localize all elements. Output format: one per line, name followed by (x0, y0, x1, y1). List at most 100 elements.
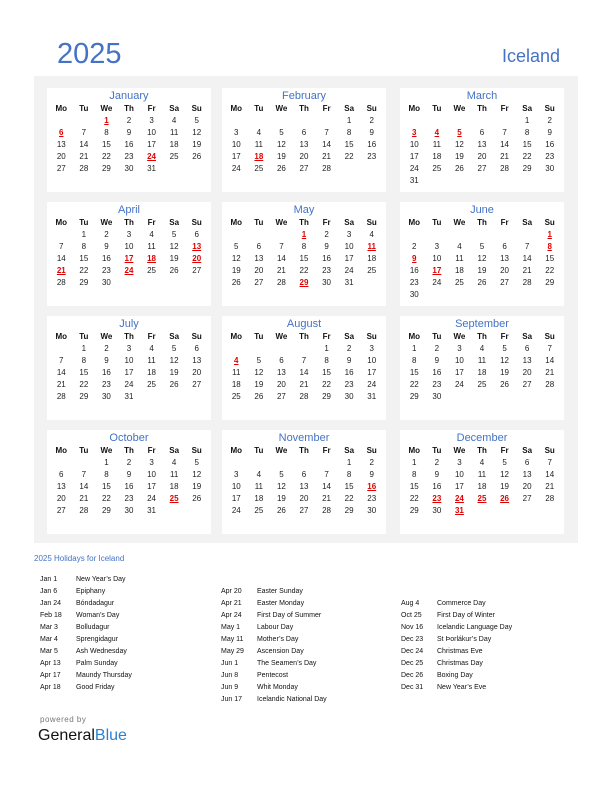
day: 19 (477, 266, 487, 275)
day: 28 (56, 392, 66, 401)
holiday-name: Mother’s Day (257, 636, 299, 643)
weekday-header: Su (366, 218, 377, 227)
day-grid: Mo Tu We Th Fr Sa Su 1 2 3 4 5 6 7 8 9 10 11 12 13 14 15 16 17 1… (47, 331, 211, 403)
day: 14 (299, 368, 309, 377)
day: 26 (192, 152, 202, 161)
weekday-header: Th (299, 446, 309, 455)
day: 8 (324, 356, 329, 365)
month-june: June Mo Tu We Th Fr Sa Su 1 2 3 4 5 6 7 8 9 10 11 12 13 14 15 1… (400, 202, 564, 306)
day: 9 (126, 470, 132, 479)
weekday-header: We (100, 218, 113, 227)
day: 10 (147, 128, 157, 137)
weekday-header: Tu (79, 332, 89, 341)
day: 23 (367, 494, 377, 503)
weekday-header: Fr (500, 446, 509, 455)
day-grid: Mo Tu We Th Fr Sa Su 1 2 3 4 5 6 7 8 9 10 11 12 13 14 15 16 17 1… (400, 331, 564, 403)
holiday-date: Aug 4 (401, 600, 420, 607)
day: 17 (231, 494, 241, 503)
weekday-header: Tu (254, 218, 264, 227)
month-february: February Mo Tu We Th Fr Sa Su 1 2 3 4 5 6 7 8 9 10 11 12 13 1… (222, 88, 386, 192)
empty-day (50, 343, 73, 355)
day: 5 (194, 458, 199, 467)
day: 19 (500, 368, 510, 377)
day: 3 (149, 116, 154, 125)
day: 31 (147, 506, 157, 515)
weekday-header: Tu (254, 446, 264, 455)
holiday-name: Icelandic Language Day (437, 624, 513, 631)
holiday-day: 24 (124, 266, 134, 275)
weekday-header: Mo (230, 446, 243, 455)
day: 29 (409, 506, 419, 515)
weekday-header: Su (366, 446, 377, 455)
day-grid: Mo Tu We Th Fr Sa Su 1 2 3 4 5 6 7 8 9 10 11 12 13 14 15 16 17 1… (400, 217, 564, 301)
day: 10 (409, 140, 419, 149)
day: 24 (231, 506, 241, 515)
month-july: July Mo Tu We Th Fr Sa Su 1 2 3 4 5 6 7 8 9 10 11 12 13 14 15 1… (47, 316, 211, 420)
day: 27 (299, 506, 309, 515)
day: 2 (369, 458, 374, 467)
weekday-header: Su (366, 104, 377, 113)
day: 12 (169, 242, 179, 251)
empty-day (293, 115, 316, 127)
weekday-header: Tu (79, 104, 89, 113)
empty-day (225, 457, 248, 469)
day: 26 (276, 506, 286, 515)
weekday-header: Tu (432, 332, 442, 341)
day: 26 (477, 278, 487, 287)
day: 9 (324, 242, 329, 251)
weekday-header: Su (191, 332, 202, 341)
month-may: May Mo Tu We Th Fr Sa Su 1 2 3 4 5 6 7 8 9 10 11 12 13 14 15 16… (222, 202, 386, 306)
weekday-header: Th (124, 332, 134, 341)
day: 25 (454, 278, 464, 287)
day: 1 (346, 458, 352, 467)
day: 2 (126, 116, 132, 125)
holiday-name: Easter Sunday (257, 588, 303, 595)
day: 25 (169, 152, 179, 161)
weekday-header: Mo (408, 104, 421, 113)
day: 16 (101, 254, 111, 263)
day: 7 (279, 242, 284, 251)
day: 12 (169, 356, 179, 365)
empty-day (225, 229, 248, 241)
day: 4 (479, 344, 485, 353)
holiday-date: Mar 4 (40, 636, 58, 643)
day: 13 (299, 482, 309, 491)
empty-day (448, 229, 471, 241)
day: 24 (147, 494, 157, 503)
day: 15 (322, 368, 332, 377)
day: 22 (79, 380, 89, 389)
day: 2 (547, 116, 552, 125)
day: 16 (409, 266, 419, 275)
day: 13 (299, 140, 309, 149)
holiday-day: 18 (254, 152, 264, 161)
empty-day (293, 457, 316, 469)
day: 5 (279, 128, 284, 137)
day: 19 (276, 152, 286, 161)
day: 22 (322, 380, 332, 389)
day: 4 (171, 116, 177, 125)
day: 30 (432, 392, 442, 401)
day: 1 (81, 344, 87, 353)
weekday-header: Tu (432, 218, 442, 227)
weekday-header: Th (299, 104, 309, 113)
holiday-date: Apr 17 (40, 672, 61, 679)
weekday-header: Mo (230, 104, 243, 113)
holiday-day: 1 (104, 116, 109, 125)
day: 9 (346, 356, 352, 365)
weekday-header: Fr (322, 446, 331, 455)
day: 29 (322, 392, 332, 401)
weekday-header: Mo (55, 446, 68, 455)
weekday-header: We (275, 218, 288, 227)
day: 19 (192, 482, 202, 491)
day: 29 (522, 164, 532, 173)
day: 9 (126, 128, 132, 137)
day: 10 (231, 140, 241, 149)
month-name: August (286, 318, 322, 330)
day: 31 (409, 176, 419, 185)
day-grid: Mo Tu We Th Fr Sa Su 1 2 3 4 5 6 7 8 9 10 11 12 13 14 15 16 17 1… (222, 331, 386, 403)
calendar-frame: January Mo Tu We Th Fr Sa Su 1 2 3 4 5 6 7 8 9 10 11 12 13 14… (34, 76, 578, 543)
month-november: November Mo Tu We Th Fr Sa Su 1 2 3 4 5 6 7 8 9 10 11 12 13 1… (222, 430, 386, 534)
day: 12 (192, 470, 202, 479)
day: 5 (234, 242, 239, 251)
day: 17 (367, 368, 377, 377)
